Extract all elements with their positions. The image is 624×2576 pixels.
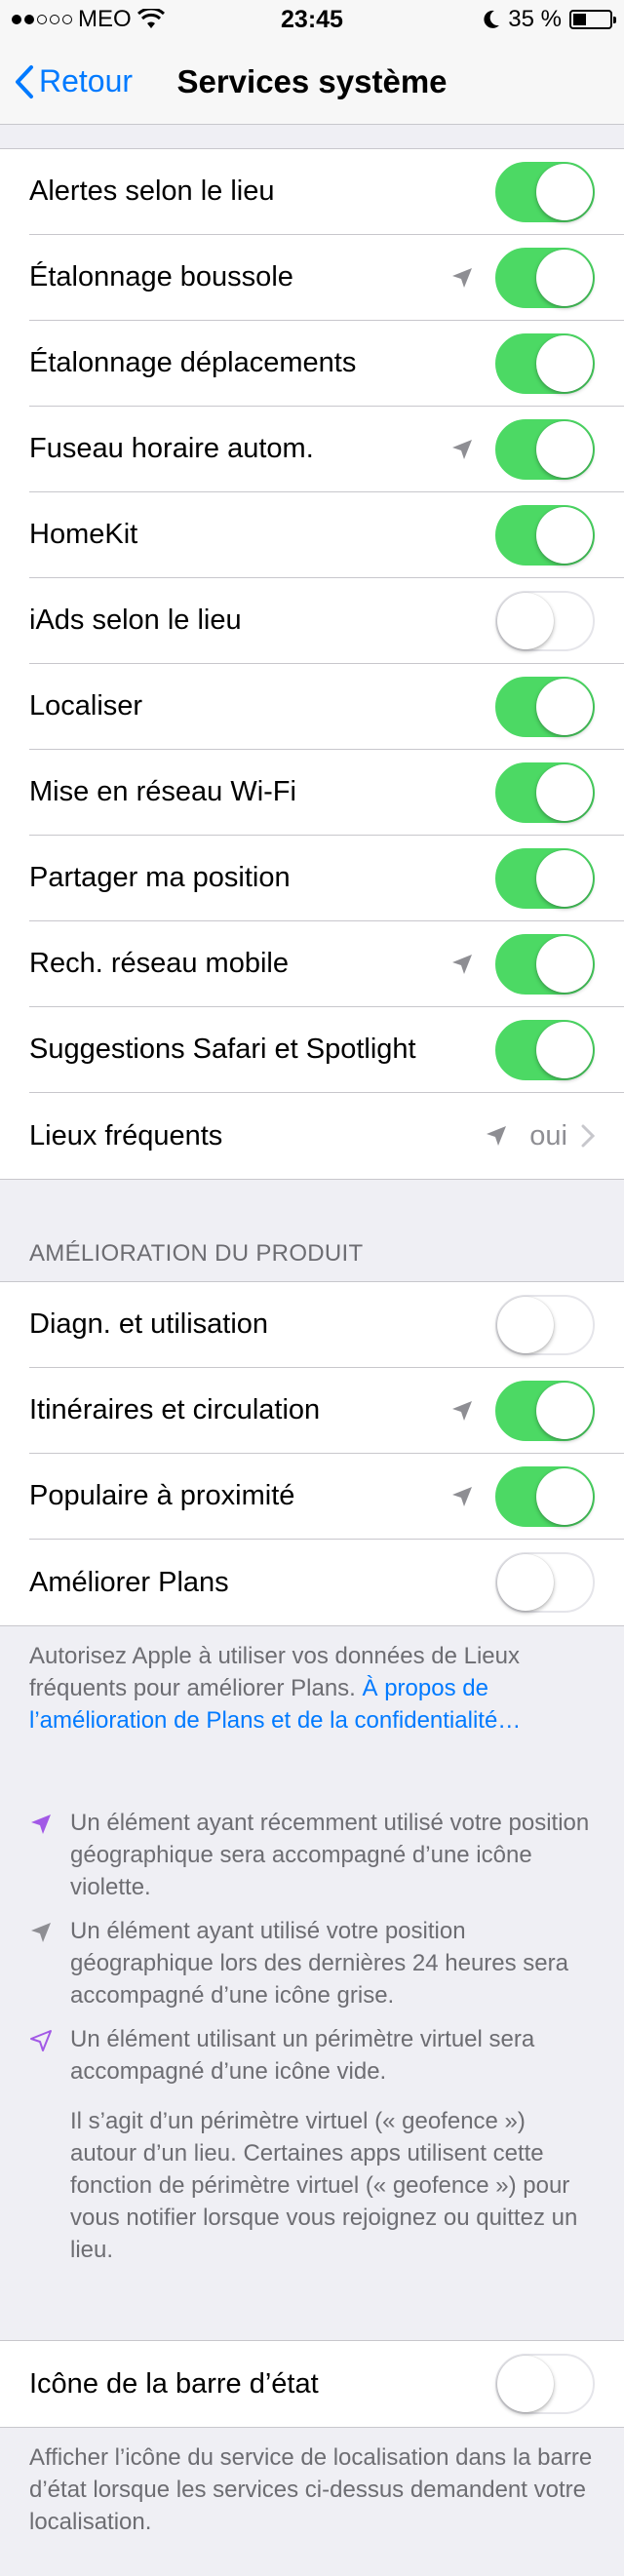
location-arrow-outline-icon — [29, 2023, 53, 2088]
back-label: Retour — [39, 63, 134, 98]
row-ameliorer-plans: Améliorer Plans — [29, 1540, 624, 1625]
legend-item-purple: Un élément ayant récemment utilisé votre… — [29, 1807, 595, 1903]
legend-item-gray: Un élément ayant utilisé votre position … — [29, 1915, 595, 2011]
toggle-switch[interactable] — [495, 847, 595, 909]
location-arrow-gray-icon — [29, 1915, 53, 2011]
location-arrow-icon — [450, 437, 476, 462]
toggle-switch[interactable] — [495, 761, 595, 823]
toggle-switch[interactable] — [495, 161, 595, 222]
navigation-bar: Retour Services système — [0, 39, 624, 125]
row-label: Partager ma position — [29, 862, 291, 893]
toggle-switch[interactable] — [495, 247, 595, 308]
location-arrow-icon — [450, 1398, 476, 1424]
status-bar: MEO 23:45 35 % — [0, 0, 624, 39]
row-label: Populaire à proximité — [29, 1480, 295, 1511]
icon-legend: Un élément ayant récemment utilisé votre… — [0, 1750, 624, 2266]
status-bar-icon-toggle[interactable] — [495, 2354, 595, 2414]
toggle-switch[interactable] — [495, 933, 595, 995]
clock: 23:45 — [281, 5, 343, 33]
row-label: Rech. réseau mobile — [29, 948, 289, 979]
row-diagn-et-utilisation: Diagn. et utilisation — [29, 1282, 624, 1368]
section-footer: Autorisez Apple à utiliser vos données d… — [0, 1626, 624, 1750]
toggle-switch[interactable] — [495, 418, 595, 480]
row-label: Étalonnage boussole — [29, 261, 293, 293]
status-bar-icon-list: Icône de la barre d’état — [0, 2340, 624, 2428]
row-value: oui — [529, 1119, 567, 1151]
back-button[interactable]: Retour — [0, 63, 133, 99]
toggle-switch[interactable] — [495, 1552, 595, 1613]
location-arrow-icon — [450, 1484, 476, 1509]
toggle-switch[interactable] — [495, 590, 595, 651]
row-label: Suggestions Safari et Spotlight — [29, 1034, 416, 1065]
toggle-switch[interactable] — [495, 504, 595, 566]
legend-item-outline: Un élément utilisant un périmètre virtue… — [29, 2023, 595, 2088]
row-label: Localiser — [29, 690, 143, 722]
row-label: iAds selon le lieu — [29, 605, 242, 636]
geofence-note: Il s’agit d’un périmètre virtuel (« geof… — [70, 2108, 578, 2263]
row-rech-reseau-mobile: Rech. réseau mobile — [29, 921, 624, 1007]
system-services-list: Alertes selon le lieu Étalonnage boussole… — [0, 148, 624, 1180]
toggle-switch[interactable] — [495, 1380, 595, 1441]
toggle-switch[interactable] — [495, 1019, 595, 1080]
row-etalonnage-boussole: Étalonnage boussole — [29, 235, 624, 321]
row-label: Alertes selon le lieu — [29, 176, 275, 207]
status-bar-icon-row: Icône de la barre d’état — [29, 2341, 624, 2427]
status-bar-footer: Afficher l’icône du service de localisat… — [29, 2444, 593, 2535]
row-label: Étalonnage déplacements — [29, 347, 357, 378]
row-label: Diagn. et utilisation — [29, 1308, 269, 1340]
chevron-left-icon — [16, 64, 33, 98]
row-localiser: Localiser — [29, 664, 624, 750]
row-homekit: HomeKit — [29, 492, 624, 578]
section-header: AMÉLIORATION DU PRODUIT — [29, 1240, 364, 1267]
chevron-right-icon — [581, 1124, 595, 1148]
row-alertes-selon-le-lieu: Alertes selon le lieu — [29, 149, 624, 235]
row-partager-ma-position: Partager ma position — [29, 836, 624, 921]
toggle-switch[interactable] — [495, 676, 595, 737]
toggle-switch[interactable] — [495, 1294, 595, 1355]
battery-icon — [569, 10, 616, 29]
location-arrow-purple-icon — [29, 1807, 53, 1903]
legend-text: Un élément ayant récemment utilisé votre… — [70, 1810, 590, 1900]
row-label: HomeKit — [29, 519, 138, 550]
row-iads-selon-le-lieu: iAds selon le lieu — [29, 578, 624, 664]
row-label: Icône de la barre d’état — [29, 2367, 319, 2400]
legend-text: Un élément ayant utilisé votre position … — [70, 1918, 568, 2009]
frequent-locations-row[interactable]: Lieux fréquents oui — [29, 1093, 624, 1179]
toggle-switch[interactable] — [495, 332, 595, 394]
row-itineraires-et-circulation: Itinéraires et circulation — [29, 1368, 624, 1454]
row-etalonnage-deplacements: Étalonnage déplacements — [29, 321, 624, 407]
location-arrow-icon — [450, 952, 476, 977]
row-label: Mise en réseau Wi-Fi — [29, 776, 296, 807]
row-mise-en-reseau-wi-fi: Mise en réseau Wi-Fi — [29, 750, 624, 836]
product-improvement-list: Diagn. et utilisation Itinéraires et circ… — [0, 1281, 624, 1626]
row-label: Lieux fréquents — [29, 1119, 223, 1151]
row-populaire-a-proximite: Populaire à proximité — [29, 1454, 624, 1540]
row-suggestions-safari-et-spotlight: Suggestions Safari et Spotlight — [29, 1007, 624, 1093]
row-label: Améliorer Plans — [29, 1566, 229, 1598]
legend-text: Un élément utilisant un périmètre virtue… — [70, 2026, 535, 2085]
row-fuseau-horaire-autom: Fuseau horaire autom. — [29, 407, 624, 492]
location-arrow-icon — [450, 265, 476, 291]
location-arrow-icon — [485, 1123, 510, 1149]
row-label: Itinéraires et circulation — [29, 1394, 321, 1425]
toggle-switch[interactable] — [495, 1465, 595, 1527]
row-label: Fuseau horaire autom. — [29, 433, 314, 464]
